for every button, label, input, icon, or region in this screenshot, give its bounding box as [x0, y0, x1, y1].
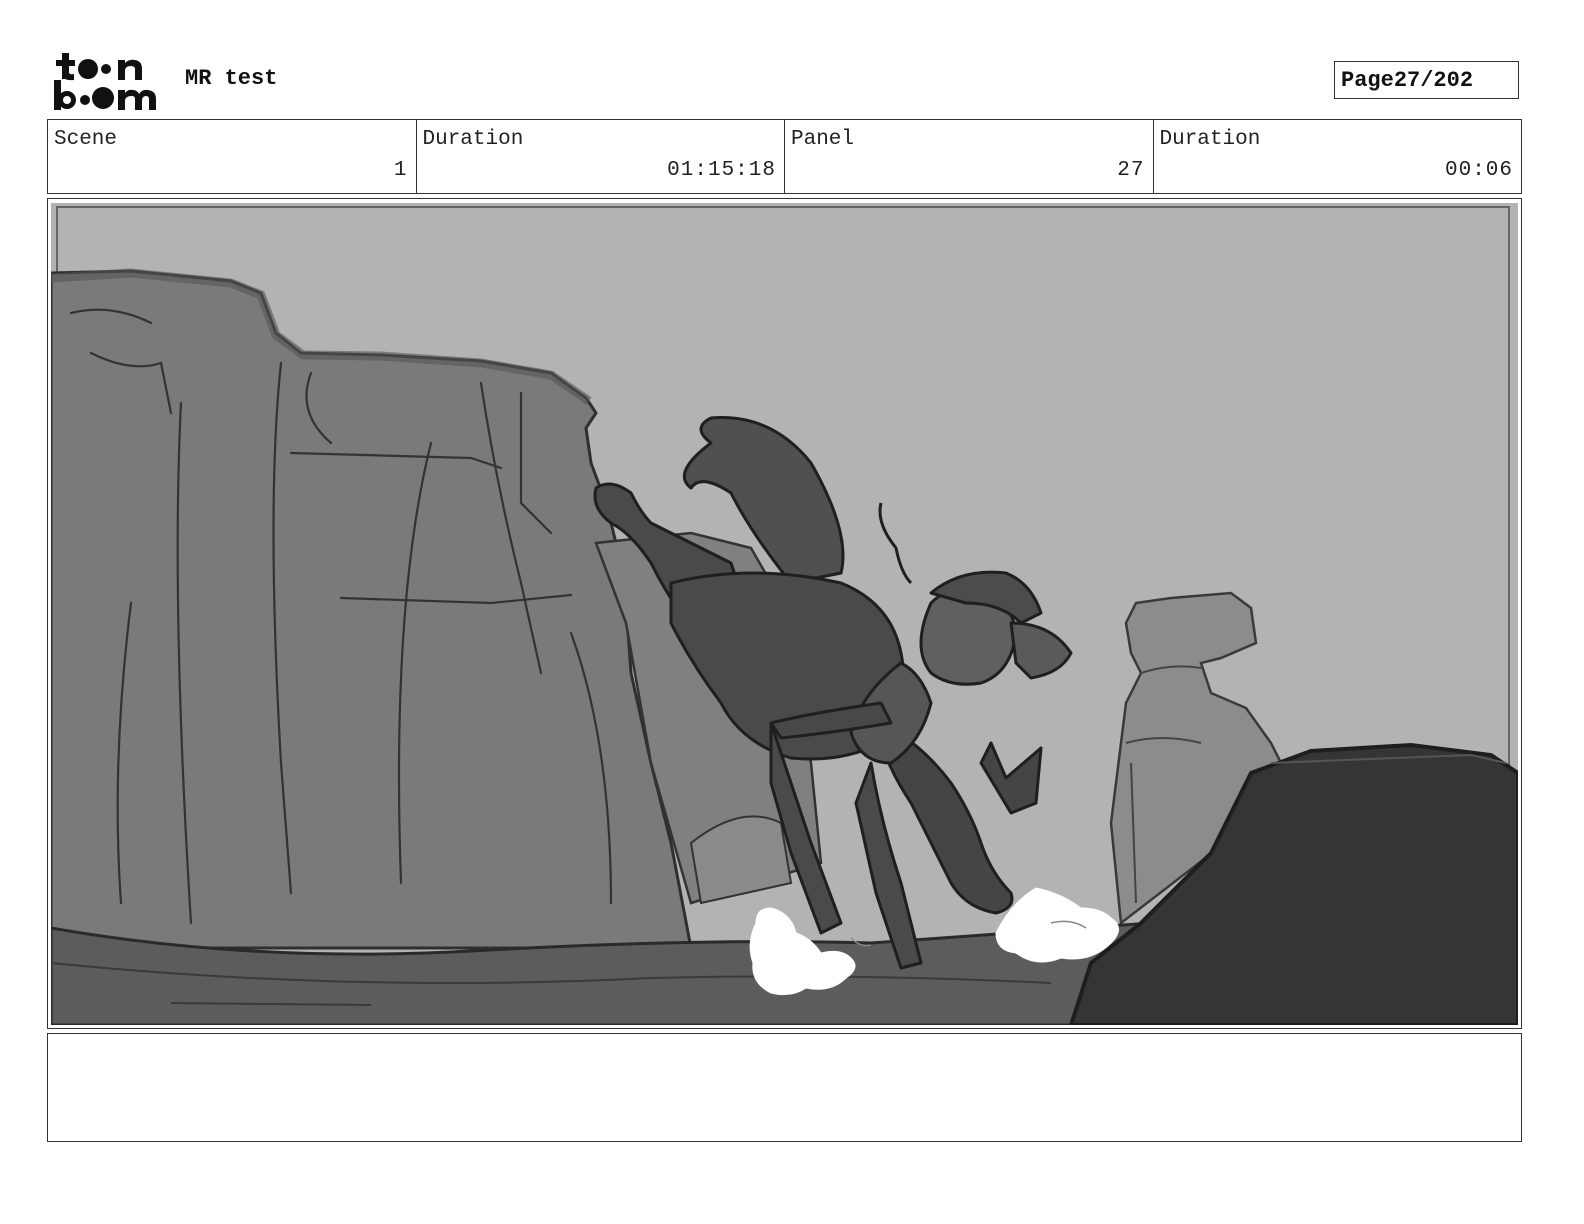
panel-value: 27 — [1117, 159, 1145, 182]
panel-duration-label: Duration — [1159, 128, 1261, 151]
scene-duration-cell: Duration 01:15:18 — [417, 120, 785, 193]
panel-label: Panel — [791, 128, 855, 151]
scene-cell: Scene 1 — [48, 120, 417, 193]
page-number: 27/202 — [1393, 67, 1474, 93]
scene-value: 1 — [393, 159, 408, 182]
panel-cell: Panel 27 — [785, 120, 1154, 193]
toon-boom-logo — [52, 50, 164, 112]
page-indicator: Page 27/202 — [1334, 61, 1519, 99]
panel-info-bar: Scene 1 Duration 01:15:18 Panel 27 Durat… — [47, 119, 1522, 194]
project-title: MR test — [185, 66, 278, 91]
panel-duration-value: 00:06 — [1444, 159, 1513, 182]
panel-notes-box — [47, 1033, 1522, 1142]
panel-duration-cell: Duration 00:06 — [1154, 120, 1522, 193]
scene-label: Scene — [54, 128, 118, 151]
page-label: Page — [1341, 67, 1394, 93]
scene-duration-value: 01:15:18 — [667, 159, 776, 182]
storyboard-panel-drawing — [51, 203, 1518, 1025]
scene-duration-label: Duration — [422, 128, 524, 151]
